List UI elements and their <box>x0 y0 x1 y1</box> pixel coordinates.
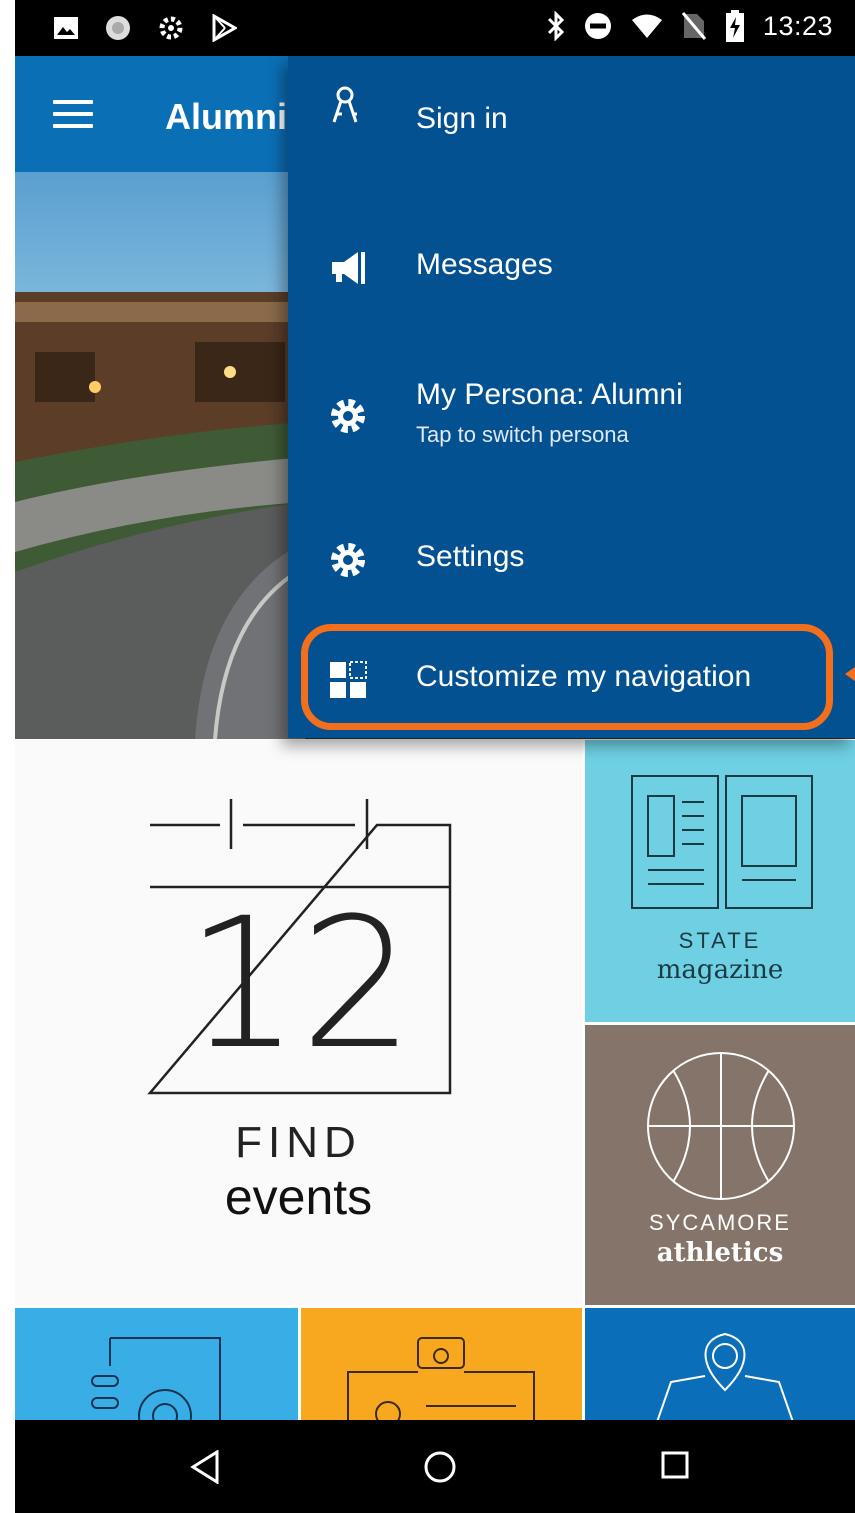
menu-item-sign-in[interactable]: Sign in <box>288 56 855 184</box>
find-label: FIND <box>235 1118 362 1167</box>
menu-label-persona: My Persona: Alumni <box>416 378 683 411</box>
tile-campus-map[interactable] <box>585 1308 855 1420</box>
tile-directory[interactable] <box>15 1308 298 1420</box>
bluetooth-icon <box>547 11 565 41</box>
system-navigation-bar <box>15 1420 855 1513</box>
status-bar: 13:23 <box>15 0 855 56</box>
open-magazine-icon <box>631 775 813 909</box>
menu-hamburger-icon[interactable] <box>53 100 93 128</box>
image-icon <box>54 17 78 39</box>
magazine-title-label: magazine <box>656 955 784 985</box>
megaphone-icon <box>332 252 365 284</box>
menu-sublabel-persona: Tap to switch persona <box>416 422 629 447</box>
gear-icon <box>331 543 365 577</box>
wifi-icon <box>631 14 662 38</box>
menu-item-messages[interactable]: Messages <box>288 202 855 330</box>
customize-highlight-outline <box>301 624 833 730</box>
back-icon[interactable] <box>190 1450 220 1484</box>
notebook-icon <box>91 1337 221 1420</box>
circle-notification-icon <box>106 16 130 40</box>
tile-id-badge[interactable] <box>301 1308 582 1420</box>
menu-label-settings: Settings <box>416 540 525 573</box>
app-title: Alumni <box>165 96 287 137</box>
no-sim-icon <box>681 12 707 40</box>
athletics-sycamore-label: SYCAMORE <box>649 1210 791 1235</box>
settings-cog-icon <box>159 16 183 40</box>
menu-item-persona[interactable]: My Persona: Alumni Tap to switch persona <box>288 356 855 484</box>
keys-icon <box>332 86 358 123</box>
phone-screen: 13:23 Alumni 12 FIND events STATE magazi… <box>15 0 855 1513</box>
status-icons-left <box>53 14 237 42</box>
play-store-icon <box>212 14 237 42</box>
battery-charging-icon <box>725 10 744 42</box>
highlight-arrow-tip <box>845 664 855 684</box>
status-icons-right: 13:23 <box>547 10 833 42</box>
gear-icon <box>331 399 365 433</box>
athletics-title-label: athletics <box>656 1238 784 1268</box>
map-pin-icon <box>656 1332 794 1420</box>
magazine-state-label: STATE <box>678 928 762 953</box>
calendar-day-number: 12 <box>185 880 415 1089</box>
menu-label-messages: Messages <box>416 248 553 281</box>
events-label: events <box>224 1169 373 1225</box>
menu-label-sign-in: Sign in <box>416 102 508 135</box>
home-icon[interactable] <box>423 1450 457 1484</box>
menu-item-settings[interactable]: Settings <box>288 502 855 630</box>
id-badge-icon <box>347 1337 535 1420</box>
basketball-icon <box>647 1052 795 1200</box>
status-time: 13:23 <box>762 10 833 41</box>
recents-icon[interactable] <box>660 1450 690 1480</box>
do-not-disturb-icon <box>584 13 611 39</box>
